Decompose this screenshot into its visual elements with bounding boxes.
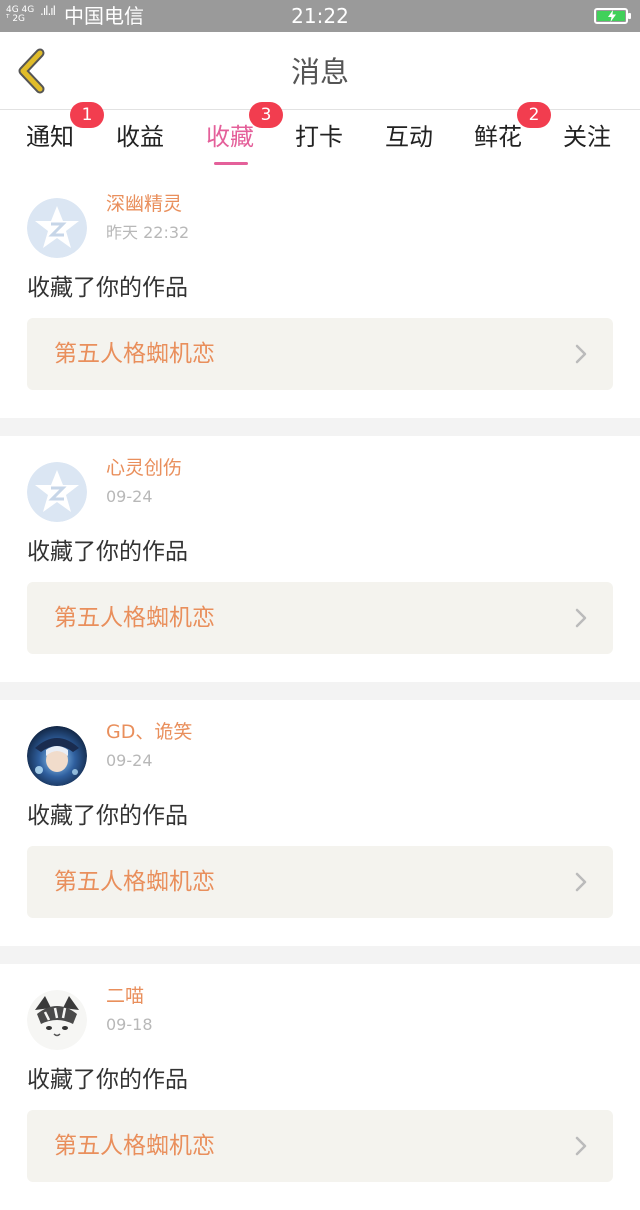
action-text: 收藏了你的作品 xyxy=(27,803,188,829)
tab-label: 关注 xyxy=(563,123,611,151)
action-text: 收藏了你的作品 xyxy=(27,1067,188,1093)
page-title: 消息 xyxy=(290,55,349,89)
default-avatar-icon[interactable] xyxy=(27,462,87,522)
username[interactable]: 心灵创伤 xyxy=(106,454,182,482)
username[interactable]: GD、诡笑 xyxy=(106,718,192,746)
work-link[interactable]: 第五人格蜘机恋 xyxy=(27,582,613,654)
message-tabs: 通知 1 收益 收藏 3 打卡 互动 鲜花 2 关注 xyxy=(0,102,640,172)
tab-label: 通知 xyxy=(26,123,74,151)
message-card: GD、诡笑 09-24 收藏了你的作品 第五人格蜘机恋 xyxy=(0,700,640,946)
message-card: 心灵创伤 09-24 收藏了你的作品 第五人格蜘机恋 xyxy=(0,436,640,682)
timestamp: 09-18 xyxy=(106,1015,153,1034)
action-text: 收藏了你的作品 xyxy=(27,539,188,565)
tab-label: 收藏 xyxy=(206,123,254,151)
work-title: 第五人格蜘机恋 xyxy=(54,1133,215,1159)
work-title: 第五人格蜘机恋 xyxy=(54,869,215,895)
work-link[interactable]: 第五人格蜘机恋 xyxy=(27,1110,613,1182)
unread-badge: 2 xyxy=(517,102,551,128)
tab-label: 收益 xyxy=(116,123,164,151)
battery-charging-icon xyxy=(594,8,631,24)
work-title: 第五人格蜘机恋 xyxy=(54,605,215,631)
clock: 21:22 xyxy=(291,4,349,28)
action-text: 收藏了你的作品 xyxy=(27,275,188,301)
default-avatar-icon[interactable] xyxy=(27,198,87,258)
username[interactable]: 深幽精灵 xyxy=(106,190,182,218)
active-tab-indicator xyxy=(214,162,248,165)
tab-label: 互动 xyxy=(385,123,433,151)
message-card: 深幽精灵 昨天 22:32 收藏了你的作品 第五人格蜘机恋 xyxy=(0,172,640,418)
anime-avatar-image[interactable] xyxy=(27,726,87,786)
tab-label: 鲜花 xyxy=(474,123,522,151)
unread-badge: 1 xyxy=(70,102,104,128)
tab-label: 打卡 xyxy=(295,123,343,151)
work-link[interactable]: 第五人格蜘机恋 xyxy=(27,846,613,918)
chevron-right-icon xyxy=(575,1136,587,1156)
nav-bar: 消息 xyxy=(0,32,640,110)
chevron-right-icon xyxy=(575,608,587,628)
unread-badge: 3 xyxy=(249,102,283,128)
message-card: 二喵 09-18 收藏了你的作品 第五人格蜘机恋 xyxy=(0,964,640,1210)
cat-avatar-image[interactable] xyxy=(27,990,87,1050)
chevron-right-icon xyxy=(575,872,587,892)
chevron-right-icon xyxy=(575,344,587,364)
timestamp: 昨天 22:32 xyxy=(106,223,190,242)
work-link[interactable]: 第五人格蜘机恋 xyxy=(27,318,613,390)
work-title: 第五人格蜘机恋 xyxy=(54,341,215,367)
status-bar: 4G 4G ᵀ 2G .ıl.ıl 中国电信 21:22 xyxy=(0,0,640,32)
timestamp: 09-24 xyxy=(106,751,153,770)
timestamp: 09-24 xyxy=(106,487,153,506)
username[interactable]: 二喵 xyxy=(106,982,144,1010)
